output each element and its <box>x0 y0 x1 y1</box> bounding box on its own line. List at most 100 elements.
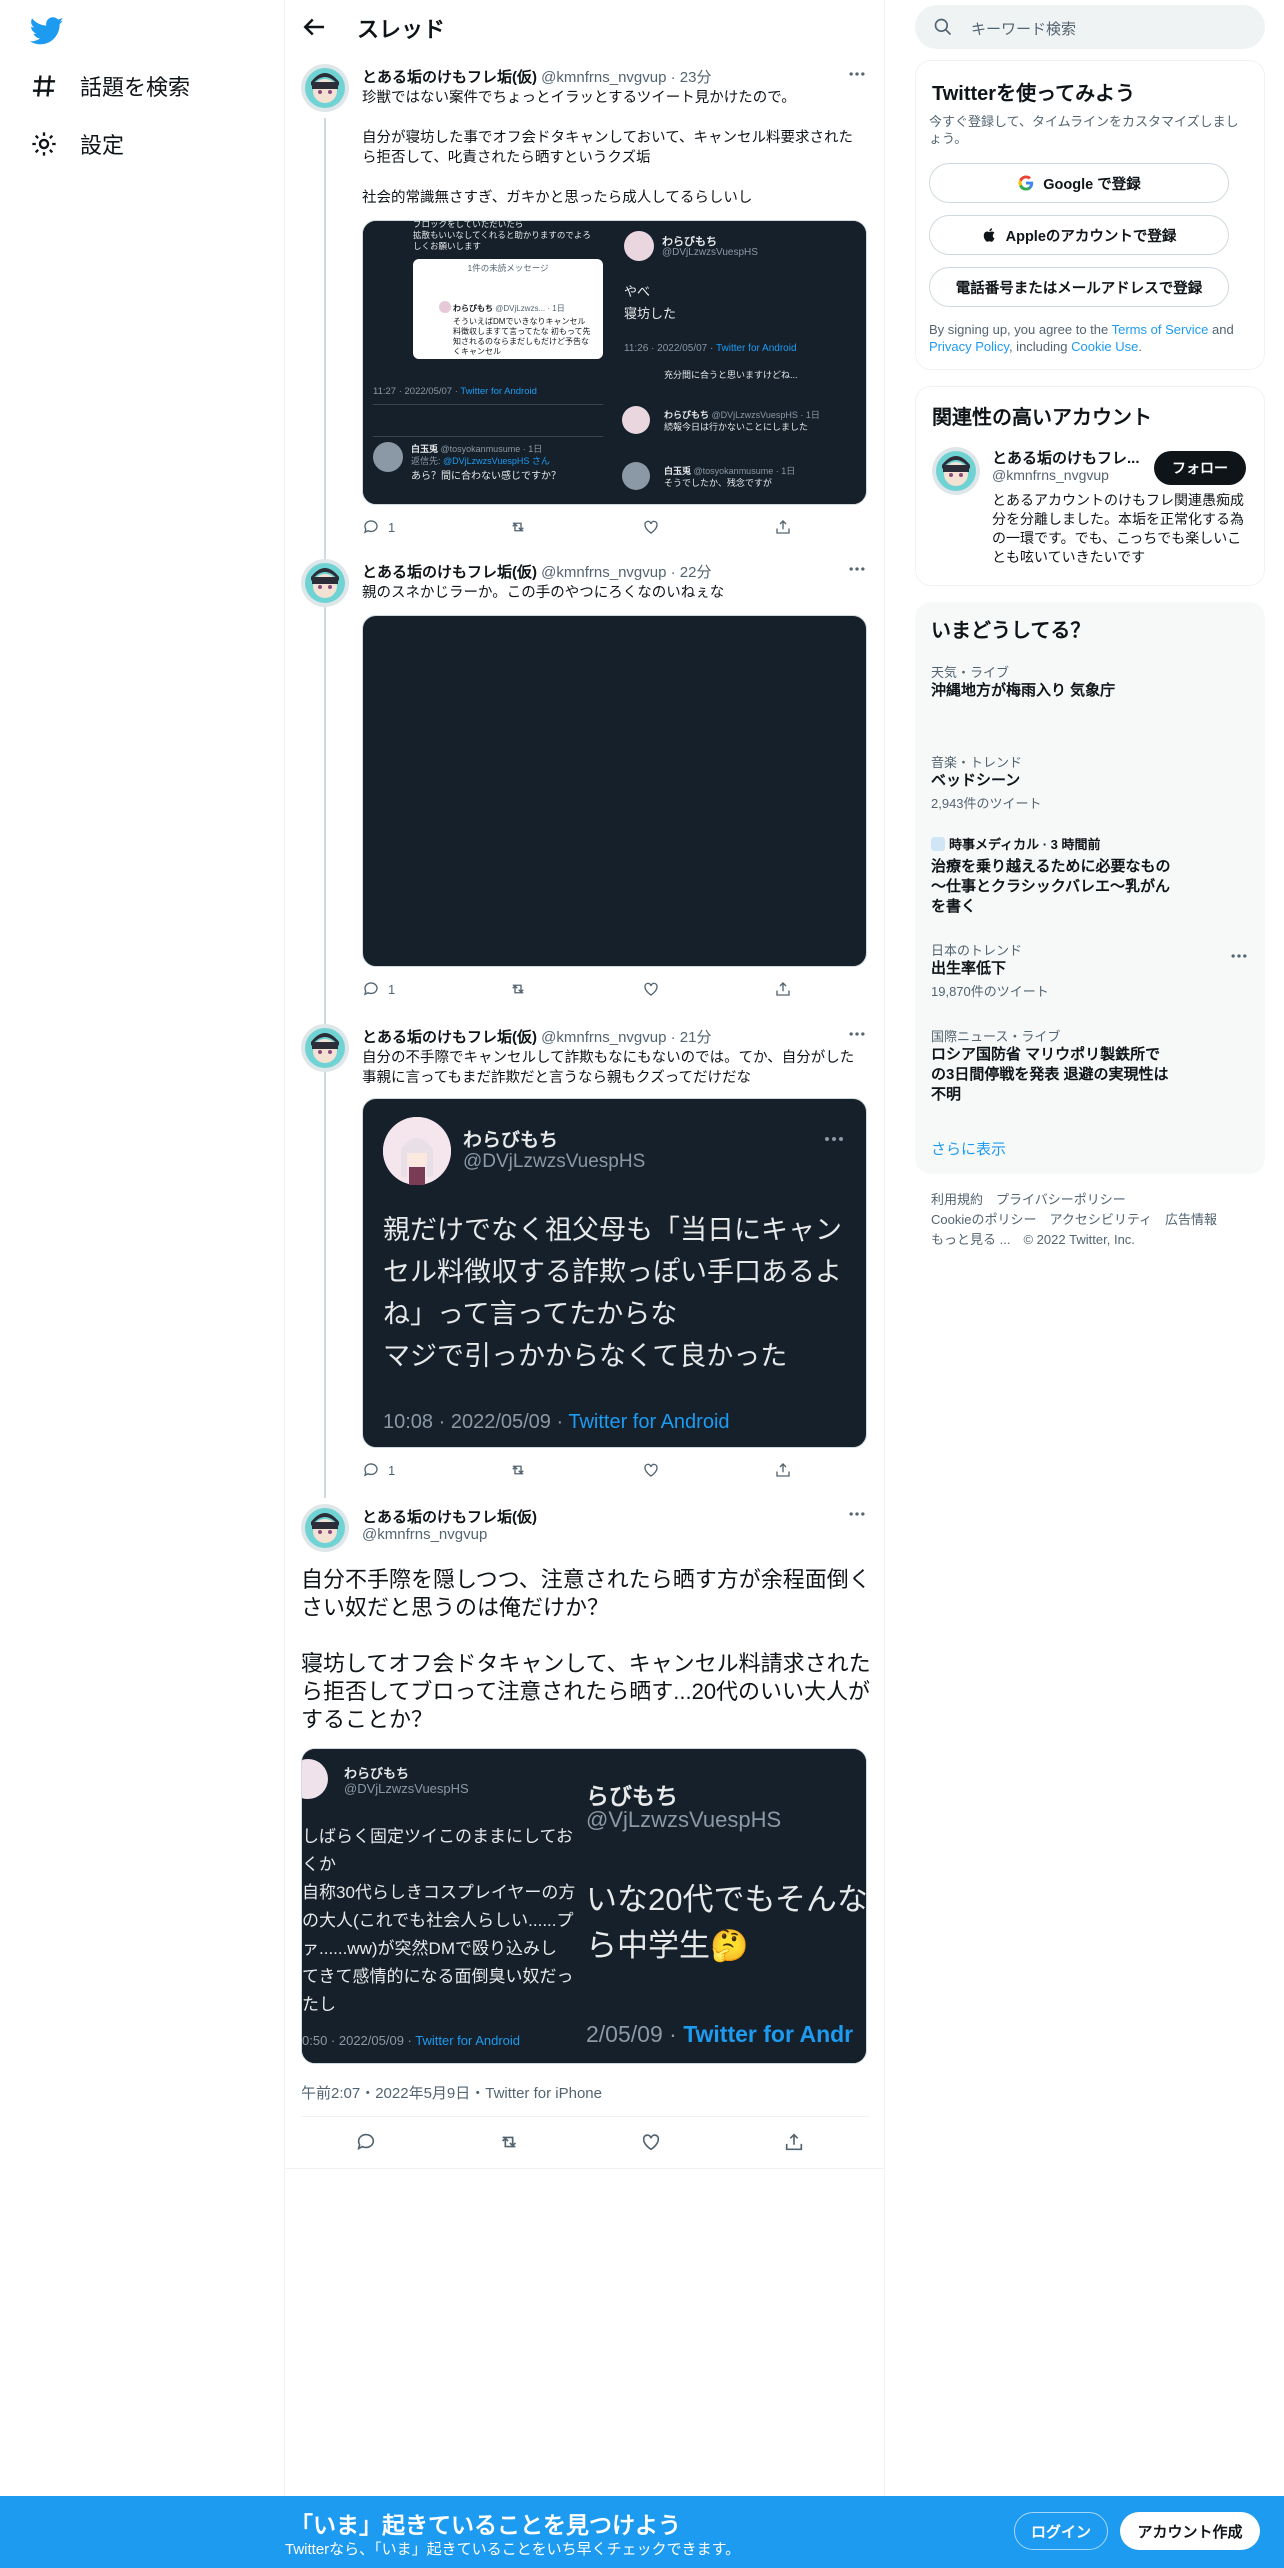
privacy-link[interactable]: Privacy Policy <box>929 339 1009 354</box>
terms-note: By signing up, you agree to the Terms of… <box>929 322 1234 354</box>
bottom-bar-subtitle: Twitterなら、「いま」起きていることをいち早くチェックできます。 <box>285 2541 741 2558</box>
login-button[interactable]: ログイン <box>1014 2512 1108 2550</box>
share-button[interactable] <box>783 2131 805 2153</box>
trend-item[interactable]: 音楽・トレンド ベッドシーン 2,943件のツイート <box>931 752 1231 812</box>
terms-link[interactable]: Terms of Service <box>1112 322 1209 337</box>
related-account-name[interactable]: とある垢のけもフレ... <box>992 447 1140 468</box>
avatar[interactable] <box>301 559 349 607</box>
trends-title: いまどうしてる？ <box>931 620 1091 642</box>
quote-author-name: わらびもち <box>463 1130 559 1151</box>
avatar[interactable] <box>301 1024 349 1072</box>
quoted-tweet-image[interactable]: わらびもち @DVjLzwzsVuespHS 親だけでなく祖父母も「当日にキャン… <box>362 1098 867 1448</box>
reply-button[interactable]: 1 <box>362 1461 395 1479</box>
reply-icon <box>363 982 378 996</box>
google-signup-button[interactable]: Google で登録 <box>929 163 1229 203</box>
trend-item[interactable]: 時事メディカル · 3 時間前 治療を乗り越えるために必要なもの～仕事とクラシッ… <box>931 834 1171 917</box>
bottom-signup-bar: 「いま」起きていることを見つけよう Twitterなら、「いま」起きていることを… <box>0 2496 1284 2568</box>
show-more-link[interactable]: さらに表示 <box>931 1138 1006 1159</box>
share-button[interactable] <box>774 1461 792 1479</box>
media-image-4[interactable]: 充分間に合うと思いますけどね... わらびもち @DVjLzwzsVuespHS… <box>616 364 866 504</box>
share-icon <box>776 1463 790 1477</box>
reply-button[interactable]: 1 <box>362 518 395 536</box>
search-input[interactable]: キーワード検索 <box>915 5 1265 49</box>
signup-title: Twitterを使ってみよう <box>932 83 1136 105</box>
reply-button[interactable]: 1 <box>362 980 395 998</box>
dm-popup: 1件の未読メッセージ わらびもち @DVjLzwzs... · 1日 そういえば… <box>413 259 603 359</box>
focal-tweet-meta: 午前2:07・2022年5月9日・Twitter for iPhone <box>301 2085 602 2102</box>
tweet-2[interactable]: とある垢のけもフレ垢(仮) @kmnfrns_nvgvup · 22分 親のスネ… <box>285 555 885 1005</box>
retweet-button[interactable] <box>509 1461 527 1479</box>
related-account-handle: @kmnfrns_nvgvup <box>992 467 1109 483</box>
focal-media-image-2[interactable]: らびもち @VjLzwzsVuespHS いな20代でもそんな ら中学生🤔 2/… <box>586 1749 866 2063</box>
trend-item[interactable]: 日本のトレンド 出生率低下 19,870件のツイート <box>931 940 1231 1000</box>
tweet-author-handle[interactable]: @kmnfrns_nvgvup <box>362 1526 487 1543</box>
trend-item[interactable]: 国際ニュース・ライブ ロシア国防省 マリウポリ製鉄所での3日間停戦を発表 退避の… <box>931 1026 1171 1105</box>
heart-icon <box>643 2134 660 2151</box>
nav-settings[interactable]: 設定 <box>30 128 124 160</box>
apple-icon <box>983 228 995 242</box>
tweet-1[interactable]: とある垢のけもフレ垢(仮) @kmnfrns_nvgvup · 23分 珍獣では… <box>285 60 885 550</box>
tweet-text: 自分の不手際でキャンセルして詐欺もなにもないのでは。てか、自分がした事親に言って… <box>362 1050 855 1086</box>
signup-card: Twitterを使ってみよう 今すぐ登録して、タイムラインをカスタマイズしましょ… <box>915 60 1265 370</box>
tweet-author[interactable]: とある垢のけもフレ垢(仮) @kmnfrns_nvgvup · 23分 <box>362 66 711 87</box>
like-button[interactable] <box>640 2131 662 2153</box>
avatar <box>624 231 654 261</box>
tweet-author[interactable]: とある垢のけもフレ垢(仮) @kmnfrns_nvgvup · 21分 <box>362 1026 711 1047</box>
share-button[interactable] <box>774 518 792 536</box>
reply-icon <box>357 2133 375 2150</box>
trends-card: いまどうしてる？ 天気・ライブ 沖縄地方が梅雨入り 気象庁 音楽・トレンド ベッ… <box>915 602 1265 1174</box>
thread-header: スレッド <box>285 0 885 54</box>
tweet-author[interactable]: とある垢のけもフレ垢(仮) @kmnfrns_nvgvup · 22分 <box>362 561 711 582</box>
share-icon <box>785 2133 803 2151</box>
media-image-2[interactable]: わらびもち @DVjLzwzsVuespHS やべ 寝坊した 11:26 · 2… <box>616 221 866 362</box>
reply-icon <box>363 520 378 534</box>
tweet-3[interactable]: とある垢のけもフレ垢(仮) @kmnfrns_nvgvup · 21分 自分の不… <box>285 1020 885 1490</box>
tweet-media-grid[interactable]: ブロックをしていただいたら 拡散もいいなしてくれると助かりますのでよろしくお願い… <box>362 220 867 505</box>
retweet-icon <box>512 522 525 532</box>
twitter-logo-icon[interactable] <box>30 14 64 48</box>
nav-explore[interactable]: 話題を検索 <box>30 70 190 102</box>
focal-tweet[interactable]: とある垢のけもフレ垢(仮) @kmnfrns_nvgvup 自分不手際を隠しつつ… <box>285 1500 885 2170</box>
reply-icon <box>363 1463 378 1477</box>
more-icon[interactable] <box>1229 946 1249 966</box>
focal-media-image-1[interactable]: わらびもち @DVjLzwzsVuespHS しばらく固定ツイこのままにしておく… <box>302 1749 584 2063</box>
quote-text: 親だけでなく祖父母も「当日にキャンセル料徴収する詐欺っぽい手口あるよね」って言っ… <box>383 1215 842 1371</box>
apple-signup-button[interactable]: Appleのアカウントで登録 <box>929 215 1229 255</box>
focal-tweet-actions <box>355 2130 805 2154</box>
avatar[interactable] <box>301 1504 349 1552</box>
search-icon <box>934 18 952 36</box>
retweet-button[interactable] <box>509 980 527 998</box>
trend-item[interactable]: 天気・ライブ 沖縄地方が梅雨入り 気象庁 <box>931 662 1231 701</box>
news-source-icon <box>931 837 945 851</box>
like-button[interactable] <box>642 518 660 536</box>
more-icon[interactable] <box>847 1504 867 1524</box>
tweet-actions: 1 <box>362 515 792 539</box>
media-image-3[interactable]: 11:27 · 2022/05/07 · Twitter for Android… <box>363 364 614 504</box>
tweet-media-video[interactable] <box>362 615 867 967</box>
create-account-button[interactable]: アカウント作成 <box>1120 2512 1260 2550</box>
tweet-text: 親のスネかじラーか。この手のやつにろくなのいねぇな <box>362 585 725 601</box>
avatar[interactable] <box>932 447 980 495</box>
focal-media[interactable]: わらびもち @DVjLzwzsVuespHS しばらく固定ツイこのままにしておく… <box>301 1748 867 2064</box>
more-icon[interactable] <box>847 64 867 84</box>
reply-button[interactable] <box>355 2131 377 2153</box>
retweet-button[interactable] <box>509 518 527 536</box>
more-icon[interactable] <box>847 559 867 579</box>
like-button[interactable] <box>642 980 660 998</box>
media-image-1[interactable]: ブロックをしていただいたら 拡散もいいなしてくれると助かりますのでよろしくお願い… <box>363 221 614 362</box>
footer-links[interactable]: 利用規約 プライバシーポリシー Cookieのポリシー アクセシビリティ 広告情… <box>931 1190 1251 1250</box>
back-arrow-icon[interactable] <box>299 12 329 42</box>
tweet-actions: 1 <box>362 1458 792 1482</box>
follow-button[interactable]: フォロー <box>1154 451 1246 485</box>
more-icon[interactable] <box>847 1024 867 1044</box>
cookie-link[interactable]: Cookie Use <box>1071 339 1138 354</box>
more-icon <box>825 1137 843 1141</box>
signup-subtitle: 今すぐ登録して、タイムラインをカスタマイズしましょう。 <box>929 114 1239 146</box>
gear-icon <box>32 132 56 156</box>
avatar[interactable] <box>301 64 349 112</box>
tweet-author-name[interactable]: とある垢のけもフレ垢(仮) <box>362 1506 537 1527</box>
retweet-button[interactable] <box>498 2131 520 2153</box>
phone-email-signup-button[interactable]: 電話番号またはメールアドレスで登録 <box>929 267 1229 307</box>
like-button[interactable] <box>642 1461 660 1479</box>
share-button[interactable] <box>774 980 792 998</box>
